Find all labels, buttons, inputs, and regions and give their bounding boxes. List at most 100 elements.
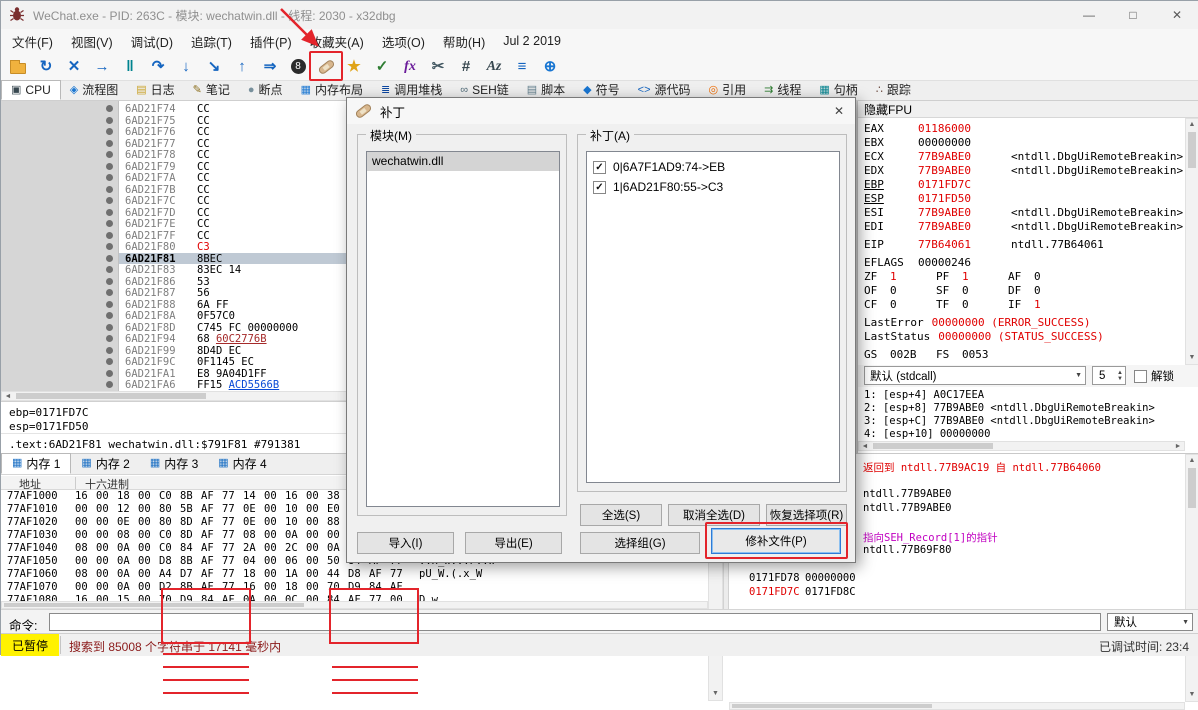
menu-item-8[interactable]: 帮助(H) [434, 29, 494, 54]
breakpoint-dot[interactable] [106, 369, 113, 377]
spinner-arrows-icon[interactable]: ▲ ▼ [1117, 370, 1123, 382]
run-to-user-code-button[interactable]: ↷ [147, 56, 169, 78]
menu-item-5[interactable]: 插件(P) [241, 29, 301, 54]
module-item-wechatwin.dll[interactable]: wechatwin.dll [367, 152, 559, 171]
breakpoint-dot[interactable] [106, 277, 113, 285]
register-row-LastError[interactable]: LastError 00000000 (ERROR_SUCCESS) [858, 315, 1184, 329]
menu-item-7[interactable]: 选项(O) [373, 29, 434, 54]
memory-list-button[interactable]: ≡ [511, 56, 533, 78]
breakpoint-dot[interactable] [106, 197, 113, 204]
patch-checkbox[interactable]: ✓ [593, 180, 606, 194]
register-row-EBX[interactable]: EBX 00000000 [858, 135, 1184, 149]
breakpoint-dot[interactable] [106, 300, 113, 308]
breakpoint-dot[interactable] [106, 139, 113, 147]
run-button[interactable]: → [91, 56, 113, 78]
trace-ball-button[interactable]: 8 [287, 56, 309, 78]
breakpoint-dot[interactable] [106, 243, 113, 250]
register-row-ECX[interactable]: ECX 77B9ABE0 <ntdll.DbgUiRemoteBreakin> [858, 149, 1184, 163]
select-group-button[interactable]: 选择组(G) [580, 532, 700, 554]
breakpoint-dot[interactable] [106, 312, 113, 319]
globe-button[interactable]: ⊕ [539, 56, 561, 78]
breakpoint-dot[interactable] [106, 254, 113, 262]
scroll-left-icon[interactable]: ◄ [860, 443, 870, 451]
tab-内存-4[interactable]: ▦ 内存 4 [208, 453, 276, 474]
patch-file-button[interactable]: 修补文件(P) [711, 528, 841, 554]
registers-vscrollbar[interactable]: ▲ ▼ [1185, 118, 1198, 365]
argument-row-4[interactable]: 4: [esp+10] 00000000 [858, 428, 1184, 441]
breakpoint-dot[interactable] [106, 289, 113, 296]
flag-IF[interactable]: IF 1 [1008, 298, 1080, 311]
menu-item-1[interactable]: 文件(F) [3, 29, 62, 54]
flag-AF[interactable]: AF 0 [1008, 270, 1080, 283]
scroll-thumb[interactable] [732, 704, 932, 708]
breakpoint-dot[interactable] [106, 335, 113, 342]
breakpoint-dot[interactable] [106, 105, 113, 112]
restart-button[interactable]: ↻ [35, 56, 57, 78]
command-mode-select[interactable]: 默认 ▼ [1107, 613, 1193, 631]
menu-item-6[interactable]: 收藏夹(A) [301, 29, 373, 54]
tab-流程图[interactable]: ◈ 流程图 [61, 80, 127, 100]
comment-check-button[interactable]: ✓ [371, 56, 393, 78]
register-row-EDX[interactable]: EDX 77B9ABE0 <ntdll.DbgUiRemoteBreakin> [858, 163, 1184, 177]
scroll-thumb[interactable] [16, 393, 206, 399]
breakpoint-dot[interactable] [106, 231, 113, 239]
skip-next-button[interactable]: ⇒ [259, 56, 281, 78]
argument-row-3[interactable]: 3: [esp+C] 77B9ABE0 <ntdll.DbgUiRemoteBr… [858, 415, 1184, 428]
stack-vscrollbar[interactable]: ▲ ▼ [1185, 454, 1198, 702]
step-into-button[interactable]: ↓ [175, 56, 197, 78]
scroll-right-icon[interactable]: ► [1173, 443, 1183, 451]
fx-expression-button[interactable]: fx [399, 56, 421, 78]
scroll-down-icon[interactable]: ▼ [709, 690, 722, 698]
import-button[interactable]: 导入(I) [357, 532, 454, 554]
stack-hscrollbar[interactable] [729, 702, 1185, 710]
register-row-ESI[interactable]: ESI 77B9ABE0 <ntdll.DbgUiRemoteBreakin> [858, 205, 1184, 219]
select-all-button[interactable]: 全选(S) [580, 504, 662, 526]
flag-OF[interactable]: OF 0 [864, 284, 936, 297]
flag-CF[interactable]: CF 0 [864, 298, 936, 311]
unlock-checkbox[interactable] [1134, 369, 1147, 383]
flag-SF[interactable]: SF 0 [936, 284, 1008, 297]
breakpoint-dot[interactable] [106, 266, 113, 273]
dump-row[interactable]: 77AF1070 00 00 0A 00 D2 8B AF 77 16 00 18 00 70 D9 84 AF [1, 581, 708, 594]
argument-row-1[interactable]: 1: [esp+4] A0C17EEA [858, 389, 1184, 402]
flag-DF[interactable]: DF 0 [1008, 284, 1080, 297]
scroll-left-icon[interactable]: ◄ [3, 393, 13, 401]
stack-row[interactable]: 0171FD7C 0171FD8C [729, 586, 1185, 600]
scissors-button[interactable]: ✂ [427, 56, 449, 78]
tab-日志[interactable]: ▤ 日志 [127, 80, 183, 100]
breakpoint-dot[interactable] [106, 220, 113, 227]
dump-hscrollbar[interactable] [1, 601, 708, 609]
flag-TF[interactable]: TF 0 [936, 298, 1008, 311]
scroll-up-icon[interactable]: ▲ [1186, 121, 1198, 129]
scroll-thumb[interactable] [1188, 132, 1196, 168]
patch-list[interactable]: ✓ 0|6A7F1AD9:74->EB ✓ 1|6AD21F80:55->C3 [586, 151, 840, 483]
close-button[interactable]: ✕ [1155, 1, 1198, 29]
arguments-hscrollbar[interactable]: ◄ ► [858, 441, 1185, 451]
register-row-EFLAGS[interactable]: EFLAGS 00000246 [858, 255, 1184, 269]
tab-内存-2[interactable]: ▦ 内存 2 [71, 453, 139, 474]
tab-CPU[interactable]: ▣ CPU [1, 80, 61, 100]
tab-笔记[interactable]: ✎ 笔记 [184, 80, 239, 100]
favourites-button[interactable]: ★ [343, 56, 365, 78]
tab-内存-3[interactable]: ▦ 内存 3 [140, 453, 208, 474]
step-out-button[interactable]: ↑ [231, 56, 253, 78]
dialog-title-bar[interactable]: 补丁 ✕ [347, 98, 855, 124]
breakpoint-dot[interactable] [106, 128, 113, 135]
register-row-EIP[interactable]: EIP 77B64061 ntdll.77B64061 [858, 237, 1184, 251]
maximize-button[interactable]: □ [1111, 1, 1155, 29]
tab-内存-1[interactable]: ▦ 内存 1 [1, 453, 72, 474]
close-debuggee-button[interactable]: ✕ [63, 56, 85, 78]
register-row-EDI[interactable]: EDI 77B9ABE0 <ntdll.DbgUiRemoteBreakin> [858, 219, 1184, 233]
patch-checkbox[interactable]: ✓ [593, 160, 606, 174]
deselect-all-button[interactable]: 取消全选(D) [668, 504, 760, 526]
hash-label-button[interactable]: # [455, 56, 477, 78]
scroll-thumb[interactable] [1188, 468, 1196, 508]
menu-item-2[interactable]: 视图(V) [62, 29, 122, 54]
patch-item-2[interactable]: ✓ 1|6AD21F80:55->C3 [587, 177, 839, 197]
menu-item-4[interactable]: 追踪(T) [182, 29, 241, 54]
patch-button[interactable] [315, 56, 337, 78]
register-row-LastStatus[interactable]: LastStatus 00000000 (STATUS_SUCCESS) [858, 329, 1184, 343]
register-row-EAX[interactable]: EAX 01186000 [858, 121, 1184, 135]
hide-fpu-button[interactable]: 隐藏FPU [858, 101, 1198, 118]
az-strings-button[interactable]: Az [483, 56, 505, 78]
